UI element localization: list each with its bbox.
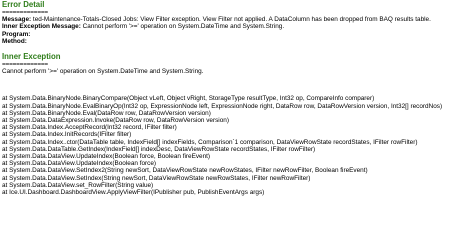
stack-trace-line: at System.Data.BinaryNode.EvalBinaryOp(I… xyxy=(2,102,443,110)
message-label: Message: xyxy=(2,16,32,24)
inner-exception-heading: Inner Exception xyxy=(2,52,61,62)
stack-trace-line: at System.Data.Index.InitRecords(IFilter… xyxy=(2,131,132,139)
inner-exception-text: Cannot perform '>=' operation on System.… xyxy=(2,68,204,76)
message-value: ted-Maintenance-Totals-Closed Jobs: View… xyxy=(31,16,431,24)
stack-trace-line: at System.Data.DataView.SetIndex(String … xyxy=(2,174,311,182)
error-detail-rule: ============= xyxy=(2,9,48,16)
message-row: Message: ted-Maintenance-Totals-Closed J… xyxy=(2,16,472,23)
stack-trace-line: at System.Data.Index.AcceptRecord(Int32 … xyxy=(2,124,177,132)
stack-trace-line: at System.Data.DataView.SetIndex2(String… xyxy=(2,167,368,175)
stack-trace: at System.Data.BinaryNode.BinaryCompare(… xyxy=(2,95,472,196)
stack-trace-line: at System.Data.Index..ctor(DataTable tab… xyxy=(2,138,418,146)
inner-exception-message-label: Inner Exception Message: xyxy=(2,23,81,31)
program-label: Program: xyxy=(2,30,31,38)
method-label: Method: xyxy=(2,37,27,45)
program-row: Program: xyxy=(2,31,472,38)
stack-trace-line: at Ice.UI.Dashboard.DashboardView.ApplyV… xyxy=(2,189,265,197)
stack-trace-line: at System.Data.DataView.set_RowFilter(St… xyxy=(2,181,154,189)
method-row: Method: xyxy=(2,38,472,45)
stack-trace-line: at System.Data.DataTable.GetIndex(IndexF… xyxy=(2,145,316,153)
stack-trace-line: at System.Data.BinaryNode.Eval(DataRow r… xyxy=(2,109,211,117)
inner-exception-rule: ============= xyxy=(2,61,48,69)
error-detail-panel: Error Detail ============= Message: ted-… xyxy=(2,0,472,249)
stack-trace-line: at System.Data.DataExpression.Invoke(Dat… xyxy=(2,117,229,125)
error-detail-heading: Error Detail xyxy=(2,0,45,9)
stack-trace-line: at System.Data.BinaryNode.BinaryCompare(… xyxy=(2,95,375,103)
inner-exception-message-row: Inner Exception Message: Cannot perform … xyxy=(2,23,472,30)
stack-trace-line: at System.Data.DataView.UpdateIndex(Bool… xyxy=(2,160,157,168)
stack-trace-line: at System.Data.DataView.UpdateIndex(Bool… xyxy=(2,153,211,161)
inner-exception-message-value: Cannot perform '>=' operation on System.… xyxy=(80,23,285,31)
